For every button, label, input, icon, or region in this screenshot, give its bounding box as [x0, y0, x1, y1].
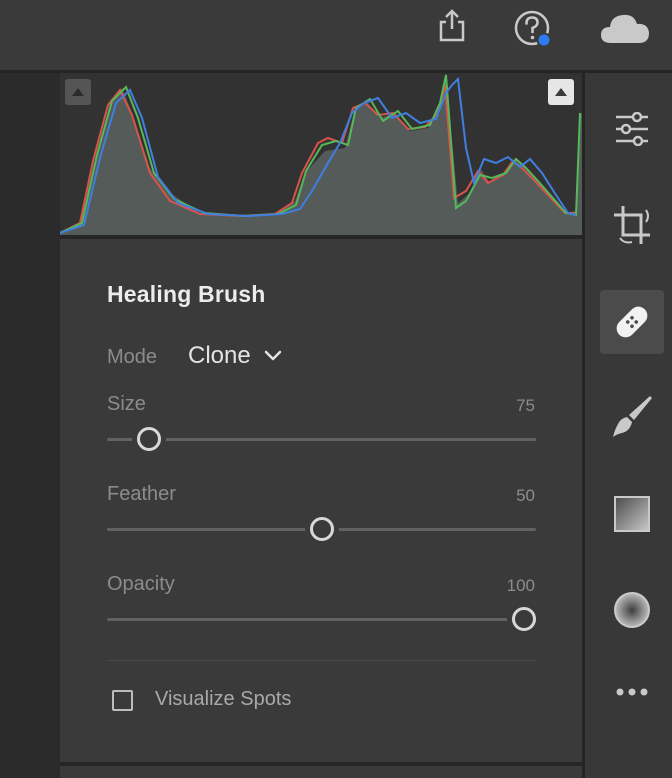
edit-tool-button[interactable]	[600, 97, 664, 161]
more-icon	[616, 688, 648, 696]
size-label: Size	[107, 393, 146, 415]
feather-label: Feather	[107, 483, 176, 505]
mode-label: Mode	[107, 346, 158, 368]
mode-dropdown[interactable]: Clone	[188, 342, 283, 370]
share-icon[interactable]	[434, 8, 470, 44]
histogram	[59, 73, 582, 235]
help-icon[interactable]	[512, 8, 554, 50]
brush-icon	[613, 396, 652, 437]
opacity-slider[interactable]	[107, 618, 536, 621]
crop-tool-button[interactable]	[600, 194, 664, 258]
crop-icon	[614, 206, 650, 244]
brush-tool-button[interactable]	[600, 384, 664, 448]
opacity-slider-thumb[interactable]	[512, 607, 536, 631]
triangle-up-icon	[72, 88, 84, 96]
size-slider[interactable]	[107, 438, 536, 441]
linear-gradient-tool-button[interactable]	[600, 482, 664, 546]
size-value: 75	[516, 396, 535, 415]
healing-tool-button[interactable]	[600, 290, 664, 354]
edit-icon	[616, 112, 648, 146]
divider	[60, 235, 582, 239]
shadow-clipping-button[interactable]	[65, 79, 91, 105]
mode-value: Clone	[188, 342, 251, 369]
canvas-area	[0, 73, 60, 778]
opacity-label: Opacity	[107, 573, 175, 595]
cloud-icon[interactable]	[598, 8, 652, 48]
chevron-down-icon	[264, 350, 281, 361]
panel-title: Healing Brush	[107, 281, 266, 307]
histogram-chart	[59, 74, 582, 235]
healing-icon	[616, 306, 648, 338]
visualize-spots-label: Visualize Spots	[155, 688, 292, 710]
visualize-spots-checkbox[interactable]	[112, 690, 133, 711]
more-tools-button[interactable]	[600, 660, 664, 724]
size-slider-thumb[interactable]	[137, 427, 161, 451]
opacity-value: 100	[506, 576, 535, 595]
feather-slider-thumb[interactable]	[310, 517, 334, 541]
highlight-clipping-button[interactable]	[548, 79, 574, 105]
feather-value: 50	[516, 486, 535, 505]
divider	[60, 762, 582, 766]
radial-gradient-tool-button[interactable]	[600, 578, 664, 642]
top-bar	[0, 0, 672, 70]
divider	[107, 660, 536, 661]
triangle-up-icon	[555, 88, 567, 96]
linear-gradient-icon	[614, 496, 650, 532]
radial-gradient-icon	[614, 592, 650, 628]
